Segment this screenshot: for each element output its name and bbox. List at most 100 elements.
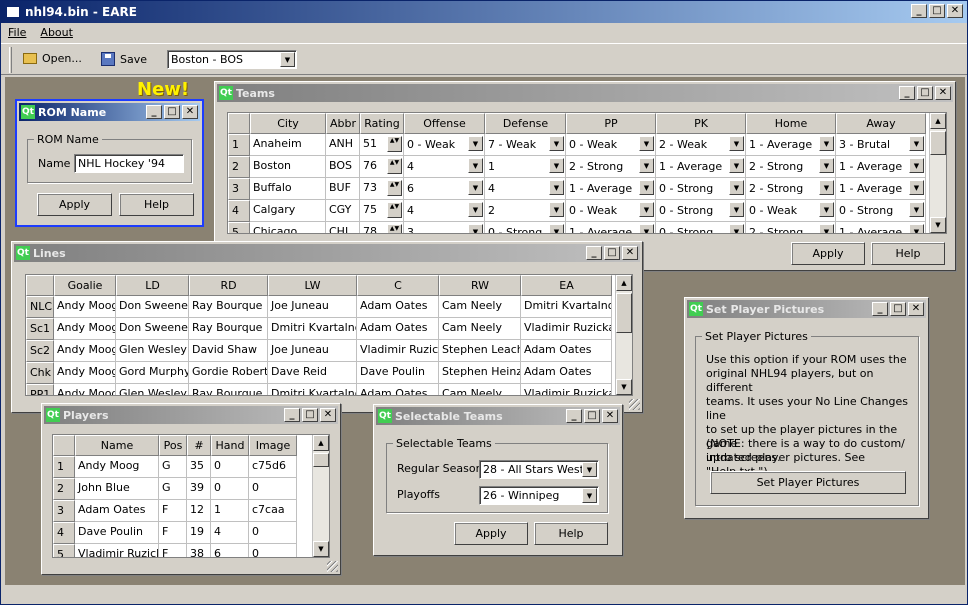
table-cell[interactable]: Don Sweeney — [116, 296, 189, 318]
column-header[interactable]: RW — [439, 275, 521, 296]
row-header[interactable]: 5 — [228, 222, 250, 233]
table-cell[interactable]: F — [159, 544, 187, 557]
table-cell-pk[interactable]: 1 - Average ▼ — [656, 156, 746, 178]
chevron-down-icon[interactable]: ▼ — [729, 158, 744, 173]
table-cell[interactable]: 0 — [249, 522, 297, 544]
table-cell[interactable]: Adam Oates — [75, 500, 159, 522]
set-player-pictures-window[interactable]: Qt Set Player Pictures _ □ ✕ Set Player … — [684, 297, 929, 519]
table-cell[interactable]: John Blue — [75, 478, 159, 500]
column-header[interactable]: LW — [268, 275, 357, 296]
open-button[interactable]: Open... — [23, 52, 82, 65]
lines-window[interactable]: Qt Lines _ □ ✕ Goalie LD RD LW C RW EA NLC Andy … — [11, 241, 643, 413]
chevron-down-icon[interactable]: ▼ — [729, 202, 744, 217]
close-button[interactable]: ✕ — [622, 246, 638, 260]
column-header-rating[interactable]: Rating — [360, 113, 404, 134]
chevron-down-icon[interactable]: ▼ — [729, 224, 744, 233]
table-cell[interactable]: Cam Neely — [439, 318, 521, 340]
scroll-up-button[interactable]: ▲ — [313, 435, 329, 451]
lines-titlebar[interactable]: Qt Lines _ □ ✕ — [14, 244, 640, 262]
teams-titlebar[interactable]: Qt Teams _ □ ✕ — [217, 84, 953, 102]
toolbar-grip[interactable] — [9, 47, 12, 73]
table-cell-offense[interactable]: 4 ▼ — [404, 200, 485, 222]
table-cell[interactable]: 4 — [211, 522, 249, 544]
table-cell[interactable]: 19 — [187, 522, 211, 544]
table-cell[interactable]: Vladimir Ruzicka — [357, 340, 439, 362]
chevron-down-icon[interactable]: ▼ — [468, 158, 483, 173]
chevron-down-icon[interactable]: ▼ — [582, 462, 597, 477]
close-button[interactable]: ✕ — [947, 4, 963, 18]
table-cell[interactable]: 38 — [187, 544, 211, 557]
chevron-down-icon[interactable]: ▼ — [549, 224, 564, 233]
scroll-thumb[interactable] — [313, 453, 329, 467]
table-cell-home[interactable]: 1 - Average ▼ — [746, 134, 836, 156]
column-header-defense[interactable]: Defense — [485, 113, 566, 134]
table-cell-pk[interactable]: 0 - Strong ▼ — [656, 178, 746, 200]
menu-file[interactable]: File — [5, 26, 29, 39]
column-header-abbr[interactable]: Abbr — [326, 113, 360, 134]
table-cell[interactable]: 0 — [249, 544, 297, 557]
table-cell-home[interactable]: 2 - Strong ▼ — [746, 178, 836, 200]
chevron-down-icon[interactable]: ▼ — [819, 158, 834, 173]
scroll-thumb[interactable] — [616, 293, 632, 333]
table-cell-city[interactable]: Buffalo — [250, 178, 326, 200]
table-cell[interactable]: Dmitri Kvartalnov — [268, 318, 357, 340]
chevron-down-icon[interactable]: ▼ — [582, 488, 597, 503]
vertical-scrollbar[interactable]: ▲ ▼ — [615, 275, 632, 395]
column-header[interactable]: Pos — [159, 435, 187, 456]
lines-table[interactable]: Goalie LD RD LW C RW EA NLC Andy Moog Don Sweeney… — [25, 274, 633, 396]
column-header[interactable]: Image — [249, 435, 297, 456]
table-cell[interactable]: Andy Moog — [54, 318, 116, 340]
row-header[interactable]: 2 — [53, 478, 75, 500]
regular-season-select[interactable]: 28 - All Stars West ▼ — [479, 460, 599, 479]
table-cell-defense[interactable]: 1 ▼ — [485, 156, 566, 178]
table-cell[interactable]: 0 — [249, 478, 297, 500]
chevron-down-icon[interactable]: ▼ — [639, 180, 654, 195]
spinbox-arrows[interactable]: ▲▼ — [387, 180, 402, 196]
help-button[interactable]: Help — [534, 522, 608, 545]
table-cell[interactable]: Andy Moog — [75, 456, 159, 478]
apply-button[interactable]: Apply — [454, 522, 528, 545]
table-cell-offense[interactable]: 0 - Weak ▼ — [404, 134, 485, 156]
chevron-down-icon[interactable]: ▼ — [909, 202, 924, 217]
table-cell[interactable]: Ray Bourque — [189, 296, 268, 318]
table-cell[interactable]: G — [159, 478, 187, 500]
table-cell-pp[interactable]: 0 - Weak ▼ — [566, 200, 656, 222]
minimize-button[interactable]: _ — [586, 246, 602, 260]
column-header-offense[interactable]: Offense — [404, 113, 485, 134]
table-cell-pk[interactable]: 0 - Strong ▼ — [656, 222, 746, 233]
row-header[interactable]: Chk — [26, 362, 54, 384]
set-player-pictures-button[interactable]: Set Player Pictures — [710, 471, 906, 494]
table-cell-pk[interactable]: 2 - Weak ▼ — [656, 134, 746, 156]
chevron-down-icon[interactable]: ▼ — [639, 158, 654, 173]
close-button[interactable]: ✕ — [602, 409, 618, 423]
row-header[interactable]: 4 — [53, 522, 75, 544]
chevron-down-icon[interactable]: ▼ — [729, 136, 744, 151]
playoffs-select[interactable]: 26 - Winnipeg ▼ — [479, 486, 599, 505]
scroll-up-button[interactable]: ▲ — [930, 113, 946, 129]
table-cell[interactable]: G — [159, 456, 187, 478]
menu-about[interactable]: About — [37, 26, 76, 39]
column-header-home[interactable]: Home — [746, 113, 836, 134]
table-cell[interactable]: Cam Neely — [439, 384, 521, 395]
table-cell-away[interactable]: 1 - Average ▼ — [836, 178, 926, 200]
table-cell-abbr[interactable]: CGY — [326, 200, 360, 222]
minimize-button[interactable]: _ — [284, 408, 300, 422]
minimize-button[interactable]: _ — [872, 302, 888, 316]
table-cell-rating[interactable]: 73 ▲▼ — [360, 178, 404, 200]
table-cell[interactable]: 1 — [211, 500, 249, 522]
table-cell[interactable]: Gord Murphy — [116, 362, 189, 384]
chevron-down-icon[interactable]: ▼ — [549, 180, 564, 195]
table-cell[interactable]: David Shaw — [189, 340, 268, 362]
minimize-button[interactable]: _ — [566, 409, 582, 423]
chevron-down-icon[interactable]: ▼ — [819, 180, 834, 195]
chevron-down-icon[interactable]: ▼ — [639, 136, 654, 151]
chevron-down-icon[interactable]: ▼ — [549, 202, 564, 217]
table-cell-city[interactable]: Boston — [250, 156, 326, 178]
close-button[interactable]: ✕ — [935, 86, 951, 100]
chevron-down-icon[interactable]: ▼ — [639, 224, 654, 233]
row-header[interactable]: 3 — [228, 178, 250, 200]
maximize-button[interactable]: □ — [164, 105, 180, 119]
table-cell[interactable]: Ray Bourque — [189, 318, 268, 340]
spinbox-arrows[interactable]: ▲▼ — [387, 224, 402, 233]
table-cell-home[interactable]: 2 - Strong ▼ — [746, 156, 836, 178]
